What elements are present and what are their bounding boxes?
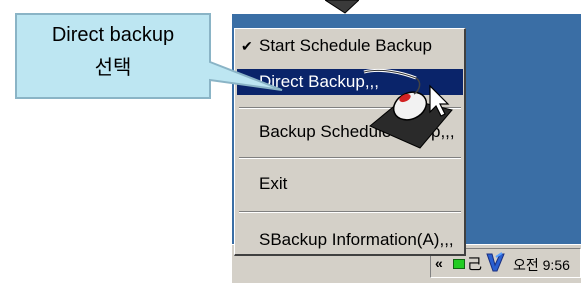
menu-item-sbackup-information[interactable]: SBackup Information(A),,,: [237, 227, 463, 253]
menu-item-label: SBackup Information(A),,,: [259, 230, 454, 249]
menu-item-label: Start Schedule Backup: [259, 36, 432, 55]
menu-separator: [239, 211, 461, 213]
callout-title: Direct backup: [51, 24, 175, 46]
callout-text: Direct backup 선택: [16, 14, 210, 98]
tray-expand-chevron[interactable]: «: [435, 255, 443, 271]
menu-item-label: Exit: [259, 174, 288, 193]
mouse-click-icon: [363, 68, 453, 149]
network-icon[interactable]: [453, 259, 465, 269]
menu-item-exit[interactable]: Exit: [237, 171, 463, 197]
ime-icon[interactable]: 己: [467, 253, 482, 274]
sbackup-tray-icon[interactable]: [485, 251, 505, 273]
pointer-arrow-icon: [325, 0, 359, 14]
taskbar-clock[interactable]: 오전 9:56: [513, 255, 570, 275]
menu-item-start-schedule-backup[interactable]: ✔ Start Schedule Backup: [237, 33, 463, 59]
checkmark-icon: ✔: [241, 38, 253, 54]
callout-subtitle: 선택: [94, 57, 132, 79]
